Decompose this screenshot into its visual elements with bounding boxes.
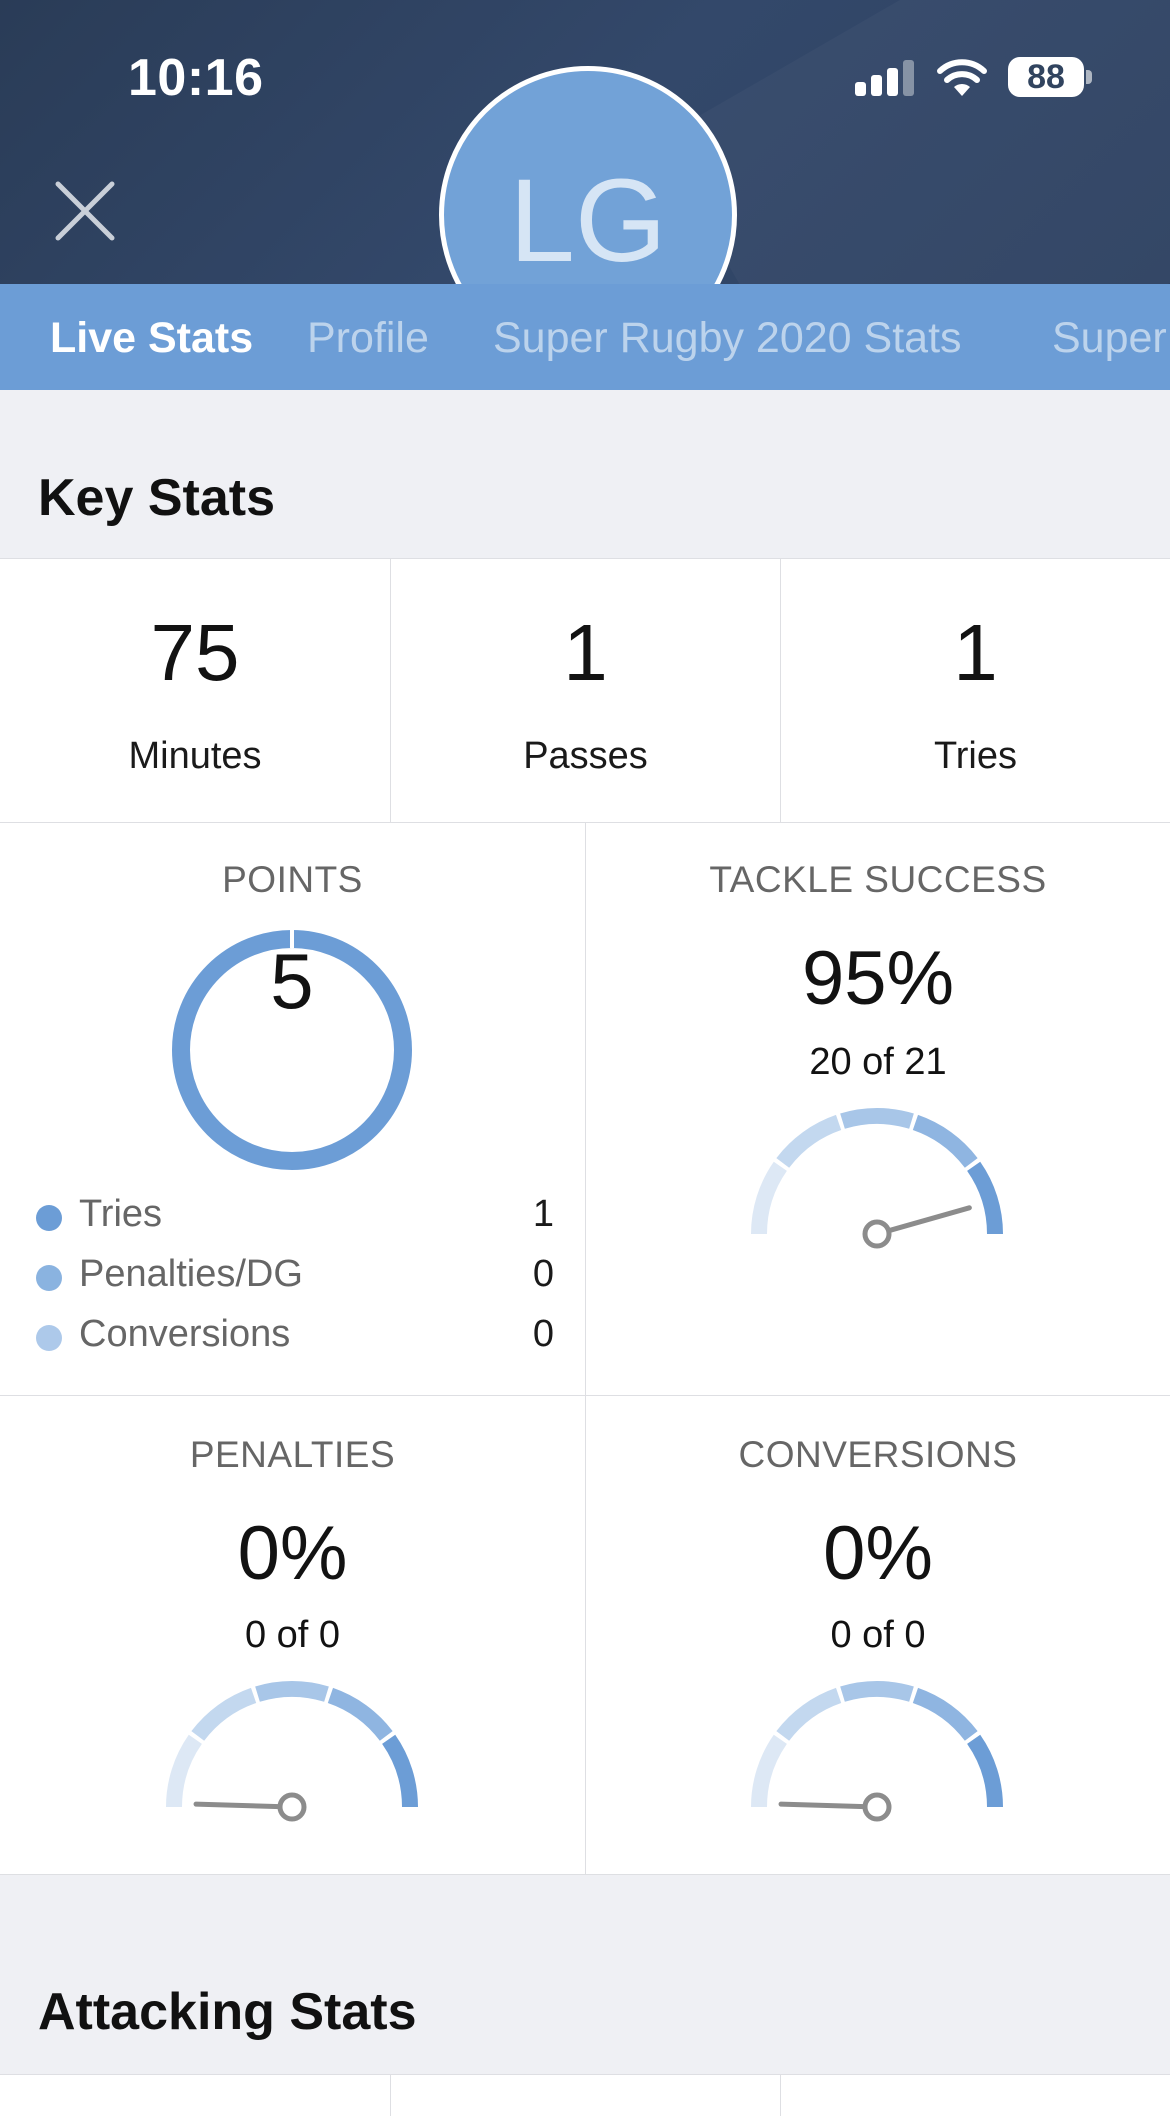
gauge-segment [840,1108,914,1129]
stat-minutes: 75 Minutes [0,559,390,822]
gauge-segment [776,1687,842,1741]
conversions-percent: 0% [823,1511,933,1596]
legend-label: Penalties/DG [79,1253,303,1295]
battery-icon: 88 [1008,57,1084,97]
tackle-success-gauge [751,1108,1003,1249]
stat-value: 1 [563,608,608,697]
penalties-gauge [166,1681,418,1822]
gauge-segment [912,1687,978,1741]
legend-dot [36,1265,62,1291]
tab-bar: Live Stats Profile Super Rugby 2020 Stat… [0,284,1170,390]
gauge-segment [381,1734,418,1808]
stat-label: Passes [523,735,648,777]
gauge-segment [255,1681,329,1702]
stat-value: 1 [953,608,998,697]
gauge-segment [751,1734,788,1808]
penalties-percent: 0% [237,1511,348,1596]
gauge-segment [751,1161,788,1235]
tackle-success-detail: 20 of 21 [809,1041,947,1083]
stat-passes: 1 Passes [390,559,780,822]
conversions-title: CONVERSIONS [738,1434,1018,1475]
penalties-detail: 0 of 0 [244,1614,341,1656]
avatar-initials: LG [509,155,667,287]
attacking-stat-cell [0,2075,390,2116]
stat-label: Minutes [128,735,262,777]
wifi-icon [937,59,987,96]
attacking-stats-title: Attacking Stats [38,1983,417,2041]
key-stats-row: 75 Minutes 1 Passes 1 Tries [0,558,1170,823]
tab-super-rugby-2020-stats[interactable]: Super Rugby 2020 Stats [493,314,962,363]
stat-value: 75 [150,608,240,697]
legend-value: 0 [532,1313,554,1355]
legend-dot [36,1205,62,1231]
gauge-segment [191,1687,257,1741]
gauge-hub [862,1219,892,1249]
legend-item-penalties-dg: Penalties/DG 0 [34,1253,554,1303]
legend-item-tries: Tries 1 [34,1193,554,1243]
stat-tries: 1 Tries [780,559,1170,822]
tab-live-stats[interactable]: Live Stats [50,314,253,363]
tab-profile[interactable]: Profile [307,314,429,363]
tackle-success-percent: 95% [801,936,955,1021]
gauge-segment [966,1161,1003,1235]
gauge-hub [277,1792,307,1822]
points-title: POINTS [222,859,363,900]
tab-super[interactable]: Super [1052,314,1167,363]
gauge-segment [776,1114,842,1168]
tackle-success-title: TACKLE SUCCESS [709,859,1047,900]
conversions-gauge [751,1681,1003,1822]
gauge-segment [166,1734,203,1808]
key-stats-title: Key Stats [38,469,275,527]
legend-value: 0 [532,1253,554,1295]
points-total: 5 [270,937,314,1025]
gauge-segment [327,1687,393,1741]
legend-label: Tries [79,1193,163,1235]
gauge-segment [840,1681,914,1702]
attacking-stat-cell [390,2075,780,2116]
status-time: 10:16 [128,49,264,107]
legend-dot [36,1325,62,1351]
attacking-stats-row [0,2074,1170,2116]
battery-tip [1086,70,1092,84]
legend-value: 1 [532,1193,554,1235]
conversions-detail: 0 of 0 [830,1614,926,1656]
legend-item-conversions: Conversions 0 [34,1313,554,1363]
stat-label: Tries [933,735,1018,777]
legend-label: Conversions [79,1313,291,1355]
gauge-segment [966,1734,1003,1808]
penalties-title: PENALTIES [189,1434,396,1475]
gauge-segment [912,1114,978,1168]
gauge-hub [862,1792,892,1822]
close-icon[interactable] [52,178,118,244]
cellular-signal-icon [855,60,915,96]
attacking-stat-cell [780,2075,1170,2116]
